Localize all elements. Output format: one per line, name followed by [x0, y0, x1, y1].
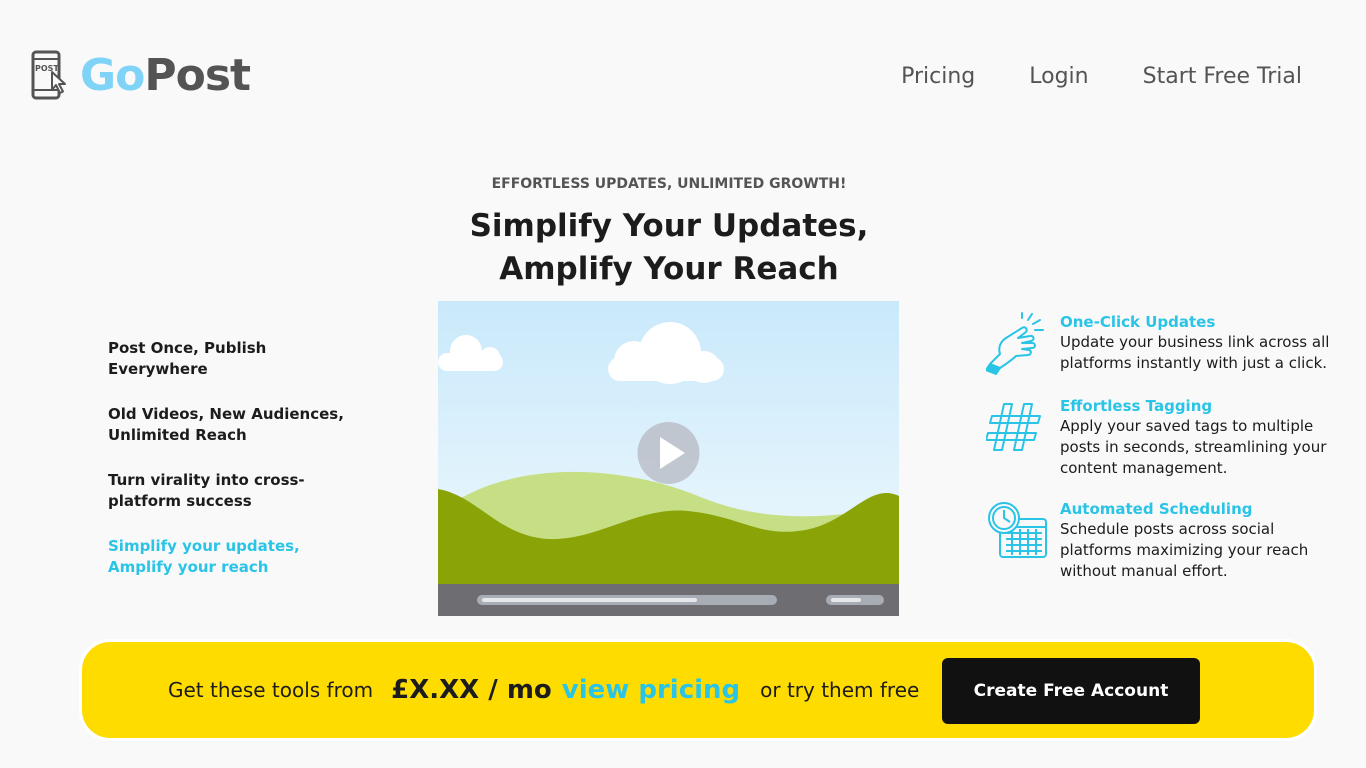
view-pricing-link[interactable]: view pricing — [562, 675, 740, 705]
features-list: One-Click Updates Update your business l… — [986, 312, 1346, 602]
cta-banner: Get these tools from £X.XX / mo view pri… — [79, 639, 1317, 741]
headline-line-1: Simplify Your Updates, — [469, 208, 869, 244]
hero-eyebrow: EFFORTLESS UPDATES, UNLIMITED GROWTH! — [491, 176, 847, 192]
cta-banner-inner: Get these tools from £X.XX / mo view pri… — [82, 642, 1314, 738]
feature-title: Effortless Tagging — [1060, 397, 1213, 415]
video-illustration — [438, 301, 899, 616]
feature-title: Automated Scheduling — [1060, 500, 1253, 518]
benefit-item: Old Videos, New Audiences, Unlimited Rea… — [108, 405, 344, 444]
video-player[interactable] — [438, 301, 899, 616]
logo-wordmark: GoPost — [80, 50, 251, 101]
benefit-item-highlight: Simplify your updates, Amplify your reac… — [108, 537, 300, 576]
video-progress-fill — [482, 598, 697, 602]
feature-item: Automated Scheduling Schedule posts acro… — [986, 499, 1346, 582]
cta-or-text: or try them free — [760, 678, 920, 702]
logo[interactable]: POST GoPost — [30, 50, 251, 102]
feature-item: One-Click Updates Update your business l… — [986, 312, 1346, 376]
pointing-hand-icon — [986, 312, 1044, 375]
benefit-item: Turn virality into cross- platform succe… — [108, 471, 305, 510]
cta-price: £X.XX / mo — [391, 675, 552, 705]
main-nav: Pricing Login Start Free Trial — [901, 62, 1302, 92]
volume-fill — [831, 598, 861, 602]
benefits-list: Post Once, Publish Everywhere Old Videos… — [108, 338, 348, 602]
hashtag-icon — [986, 403, 1041, 451]
create-free-account-button[interactable]: Create Free Account — [942, 658, 1200, 724]
svg-text:POST: POST — [35, 64, 59, 73]
calendar-clock-icon — [988, 502, 1047, 558]
cta-from-text: Get these tools from — [168, 678, 374, 702]
nav-pricing[interactable]: Pricing — [901, 62, 975, 92]
feature-item: Effortless Tagging Apply your saved tags… — [986, 396, 1346, 479]
feature-description: Schedule posts across social platforms m… — [1060, 520, 1309, 580]
nav-login[interactable]: Login — [1029, 62, 1088, 92]
headline-line-2: Amplify Your Reach — [499, 251, 839, 287]
feature-description: Apply your saved tags to multiple posts … — [1060, 417, 1327, 477]
hero-headline: Simplify Your Updates, Amplify Your Reac… — [0, 205, 1338, 291]
benefit-item: Post Once, Publish Everywhere — [108, 339, 267, 378]
feature-description: Update your business link across all pla… — [1060, 333, 1330, 372]
phone-cursor-icon: POST — [31, 50, 66, 100]
feature-title: One-Click Updates — [1060, 313, 1216, 331]
nav-start-free-trial[interactable]: Start Free Trial — [1143, 62, 1302, 92]
